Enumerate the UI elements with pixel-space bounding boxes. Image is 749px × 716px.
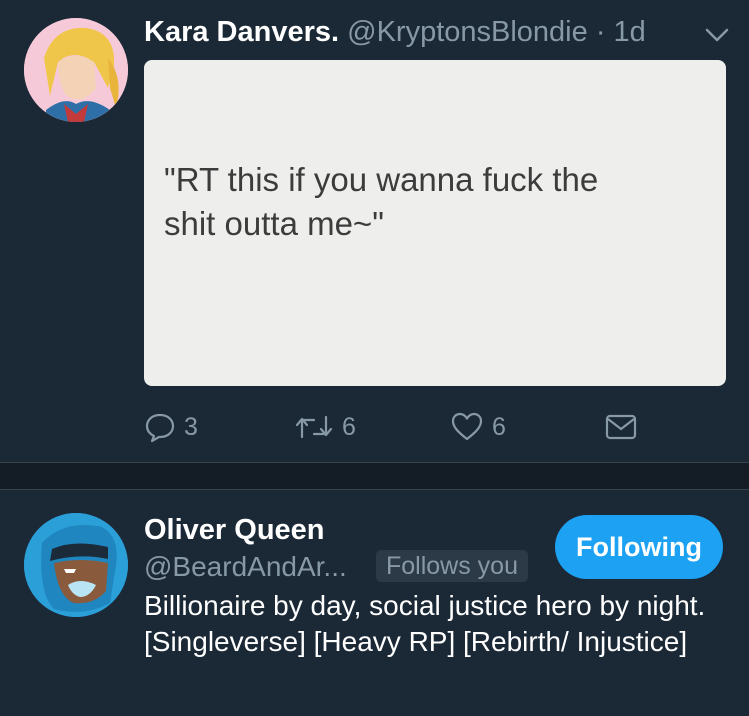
- like-button[interactable]: 6: [450, 405, 506, 449]
- media-text-line-2: shit outta me~": [164, 205, 384, 242]
- avatar[interactable]: [24, 18, 128, 122]
- user-bio: Billionaire by day, social justice hero …: [144, 590, 706, 657]
- author-handle[interactable]: @KryptonsBlondie: [347, 16, 588, 48]
- following-button[interactable]: Following: [555, 515, 723, 579]
- retweet-count: 6: [342, 412, 356, 441]
- user-handle[interactable]: @BeardAndAr...: [144, 549, 347, 585]
- direct-message-button[interactable]: [604, 405, 638, 449]
- tweet-header: Kara Danvers. @KryptonsBlondie · 1d: [144, 14, 646, 54]
- follows-you-badge: Follows you: [376, 550, 528, 582]
- reply-count: 3: [184, 412, 198, 441]
- chevron-down-icon[interactable]: [702, 22, 732, 46]
- divider: [0, 489, 749, 490]
- like-count: 6: [492, 412, 506, 441]
- author-name[interactable]: Kara Danvers.: [144, 16, 339, 48]
- avatar[interactable]: [24, 513, 128, 617]
- section-gap: [0, 463, 749, 489]
- like-icon: [450, 411, 484, 443]
- reply-icon: [144, 411, 176, 443]
- reply-button[interactable]: 3: [144, 405, 198, 449]
- media-text: "RT this if you wanna fuck the shit outt…: [164, 158, 704, 246]
- message-icon: [604, 411, 638, 443]
- tweet[interactable]: Kara Danvers. @KryptonsBlondie · 1d "RT …: [0, 0, 749, 462]
- tweet-actions: 3 6 6: [144, 405, 744, 449]
- retweet-icon: [294, 411, 334, 443]
- tweet-media-image[interactable]: "RT this if you wanna fuck the shit outt…: [144, 60, 726, 386]
- timestamp[interactable]: 1d: [614, 16, 646, 48]
- user-name[interactable]: Oliver Queen: [144, 512, 325, 548]
- separator: ·: [595, 16, 606, 48]
- retweet-button[interactable]: 6: [294, 405, 356, 449]
- media-text-line-1: "RT this if you wanna fuck the: [164, 161, 599, 198]
